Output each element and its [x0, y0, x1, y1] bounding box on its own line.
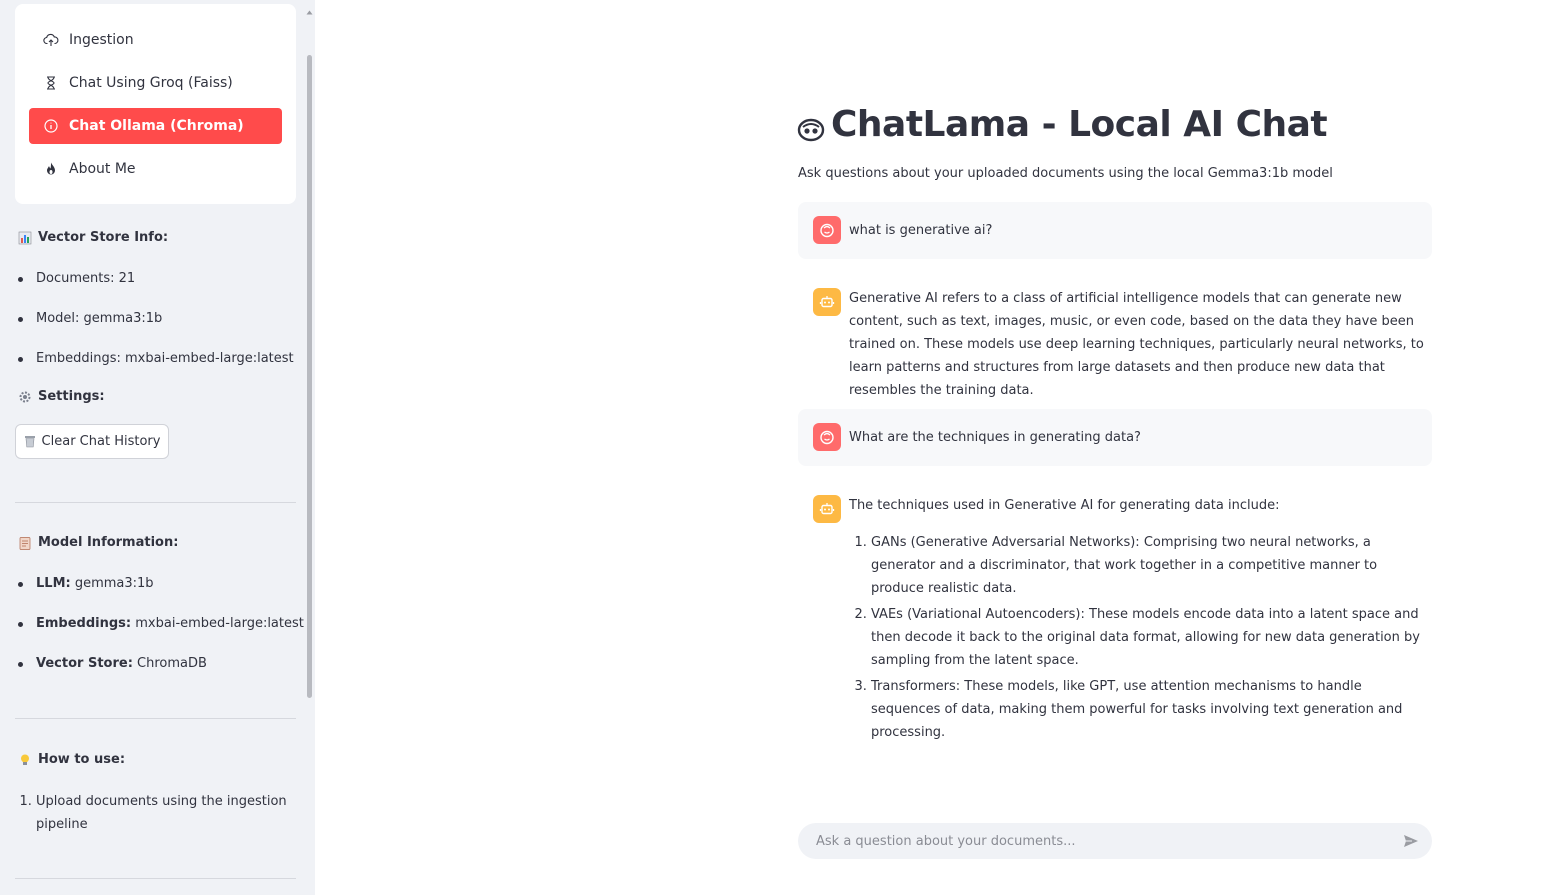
list-item: Documents: 21: [18, 269, 294, 309]
button-label: Clear Chat History: [41, 434, 161, 449]
item-value: ChromaDB: [137, 656, 207, 671]
list-item: Transformers: These models, like GPT, us…: [871, 675, 1432, 744]
send-icon[interactable]: [1402, 832, 1420, 850]
item-key: Vector Store:: [36, 656, 133, 671]
settings-heading: Settings:: [18, 389, 105, 404]
divider: [15, 718, 296, 719]
lightbulb-icon: [18, 753, 32, 767]
model-info-heading: Model Information:: [18, 535, 178, 550]
title-text: ChatLama - Local AI Chat: [831, 104, 1328, 145]
trash-icon: [24, 435, 36, 448]
sidebar: Ingestion Chat Using Groq (Faiss) Chat O…: [0, 0, 315, 895]
item-value: gemma3:1b: [74, 576, 154, 591]
gear-icon: [18, 390, 32, 404]
nav-item-ingestion[interactable]: Ingestion: [29, 22, 282, 58]
nav-label: Ingestion: [69, 32, 134, 48]
vector-store-list: Documents: 21 Model: gemma3:1b Embedding…: [18, 269, 294, 389]
page-title: ChatLama - Local AI Chat: [797, 104, 1328, 145]
divider: [15, 878, 296, 879]
robot-face-icon: [797, 111, 825, 141]
main-area: ChatLama - Local AI Chat Ask questions a…: [315, 0, 1564, 895]
user-avatar-icon: [813, 423, 841, 451]
bot-avatar-icon: [813, 495, 841, 523]
message-text: Generative AI refers to a class of artif…: [849, 291, 1424, 398]
cloud-upload-icon: [43, 32, 59, 48]
chat-message-assistant: The techniques used in Generative AI for…: [798, 482, 1432, 740]
hourglass-icon: [43, 75, 59, 91]
item-value: mxbai-embed-large:latest: [135, 616, 304, 631]
step-item: Upload documents using the ingestion pip…: [36, 790, 306, 836]
list-item: Embeddings: mxbai-embed-large:latest: [18, 614, 304, 654]
nav-item-about-me[interactable]: About Me: [29, 151, 282, 187]
message-text: The techniques used in Generative AI for…: [849, 494, 1432, 747]
nav-item-chat-ollama[interactable]: Chat Ollama (Chroma): [29, 108, 282, 144]
nav-label: Chat Ollama (Chroma): [69, 118, 244, 134]
message-text: What are the techniques in generating da…: [849, 430, 1141, 445]
model-info-list: LLM: gemma3:1b Embeddings: mxbai-embed-l…: [18, 574, 304, 694]
item-key: Embeddings:: [36, 616, 132, 631]
chat-input-bar: [798, 823, 1432, 859]
how-to-steps: Upload documents using the ingestion pip…: [18, 790, 306, 836]
bot-avatar-icon: [813, 288, 841, 316]
list-item: LLM: gemma3:1b: [18, 574, 304, 614]
nav-label: About Me: [69, 161, 136, 177]
list-item: Embeddings: mxbai-embed-large:latest: [18, 349, 294, 389]
how-to-heading: How to use:: [18, 752, 125, 767]
heading-text: Settings:: [38, 389, 105, 404]
heading-text: Vector Store Info:: [38, 230, 169, 245]
chat-message-assistant: Generative AI refers to a class of artif…: [798, 275, 1432, 398]
list-item: Model: gemma3:1b: [18, 309, 294, 349]
clear-chat-history-button[interactable]: Clear Chat History: [15, 424, 169, 459]
clipboard-icon: [18, 536, 32, 550]
info-circle-icon: [43, 118, 59, 134]
chat-message-user: what is generative ai?: [798, 202, 1432, 259]
divider: [15, 502, 296, 503]
chat-input[interactable]: [814, 832, 1378, 850]
chat-message-user: What are the techniques in generating da…: [798, 409, 1432, 466]
answer-list: GANs (Generative Adversarial Networks): …: [849, 531, 1432, 744]
user-avatar-icon: [813, 216, 841, 244]
list-item: GANs (Generative Adversarial Networks): …: [871, 531, 1432, 600]
nav-menu: Ingestion Chat Using Groq (Faiss) Chat O…: [15, 4, 296, 204]
nav-label: Chat Using Groq (Faiss): [69, 75, 233, 91]
flame-icon: [43, 161, 59, 177]
scroll-up-arrow-icon[interactable]: [306, 0, 313, 15]
message-text: what is generative ai?: [849, 223, 993, 238]
heading-text: Model Information:: [38, 535, 179, 550]
list-item: VAEs (Variational Autoencoders): These m…: [871, 603, 1432, 672]
item-key: LLM:: [36, 576, 71, 591]
list-item: Vector Store: ChromaDB: [18, 654, 304, 694]
vector-store-heading: Vector Store Info:: [18, 230, 168, 245]
answer-intro: The techniques used in Generative AI for…: [849, 498, 1280, 513]
heading-text: How to use:: [38, 752, 126, 767]
nav-item-chat-groq[interactable]: Chat Using Groq (Faiss): [29, 65, 282, 101]
page-subtitle: Ask questions about your uploaded docume…: [798, 166, 1333, 181]
sidebar-scrollbar[interactable]: [307, 55, 312, 698]
bar-chart-icon: [18, 231, 32, 245]
